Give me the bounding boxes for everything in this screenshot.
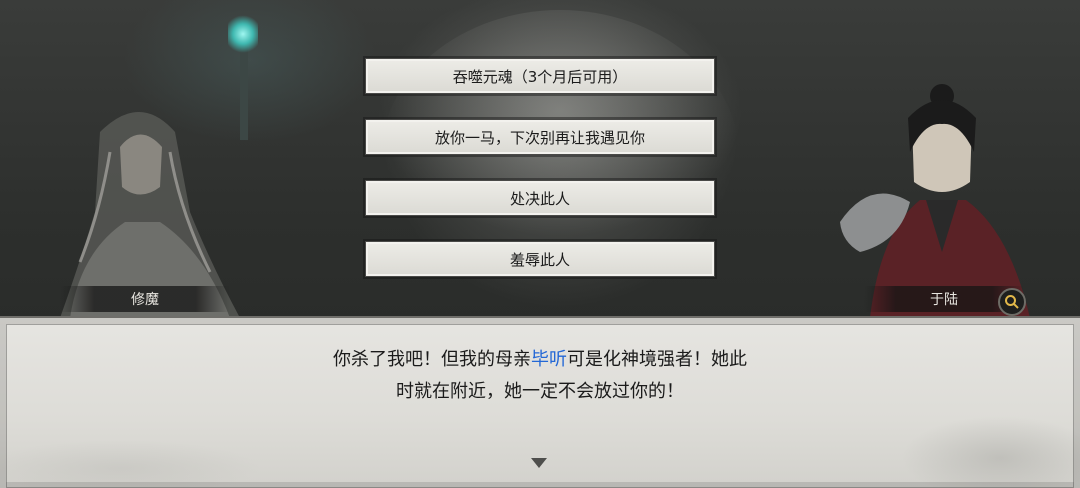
highlighted-name: 毕听 bbox=[531, 349, 567, 370]
triangle-down-icon[interactable] bbox=[531, 458, 547, 468]
choice-humiliate[interactable]: 羞辱此人 bbox=[365, 241, 715, 277]
dialog-line-2: 时就在附近，她一定不会放过你的！ bbox=[396, 381, 684, 402]
dialog-text-segment: 可是化神境强者！她此 bbox=[567, 349, 747, 370]
choice-label: 羞辱此人 bbox=[509, 250, 570, 269]
dialog-box[interactable]: 你杀了我吧！但我的母亲毕听可是化神境强者！她此 时就在附近，她一定不会放过你的！ bbox=[0, 316, 1080, 488]
choice-execute[interactable]: 处决此人 bbox=[365, 180, 715, 216]
search-icon bbox=[1005, 295, 1019, 309]
left-character-portrait bbox=[40, 92, 260, 318]
choice-devour-soul[interactable]: 吞噬元魂（3个月后可用） bbox=[365, 58, 715, 94]
left-character-nameplate: 修魔 bbox=[60, 286, 230, 312]
choice-label: 放你一马，下次别再让我遇见你 bbox=[434, 128, 645, 147]
choice-spare[interactable]: 放你一马，下次别再让我遇见你 bbox=[365, 119, 715, 155]
left-character-name: 修魔 bbox=[131, 292, 159, 308]
right-character-portrait bbox=[830, 82, 1050, 318]
choice-label: 处决此人 bbox=[509, 189, 570, 208]
choice-label: 吞噬元魂（3个月后可用） bbox=[452, 67, 628, 86]
lantern-icon bbox=[228, 14, 258, 54]
dialog-text-segment: 你杀了我吧！但我的母亲 bbox=[333, 349, 531, 370]
right-character-name: 于陆 bbox=[930, 292, 958, 308]
dialog-text: 你杀了我吧！但我的母亲毕听可是化神境强者！她此 时就在附近，她一定不会放过你的！ bbox=[260, 344, 820, 408]
search-button[interactable] bbox=[998, 288, 1026, 316]
dialog-line-1: 你杀了我吧！但我的母亲毕听可是化神境强者！她此 bbox=[260, 344, 820, 376]
